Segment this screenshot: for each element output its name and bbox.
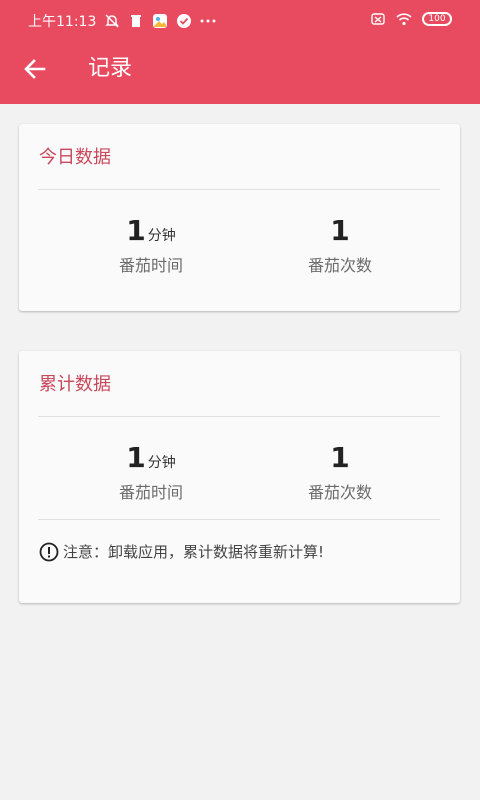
count-value: 1 bbox=[330, 214, 350, 247]
focus-time-value: 1 bbox=[126, 441, 146, 474]
status-right: 100 bbox=[370, 11, 452, 27]
focus-time-unit: 分钟 bbox=[147, 455, 176, 471]
no-sim-icon bbox=[371, 13, 385, 25]
today-card: 今日数据 1 分钟 番茄时间 1 番茄次数 bbox=[19, 124, 460, 311]
note-text: 注意：卸载应用，累计数据将重新计算! bbox=[63, 543, 325, 561]
focus-time-label: 番茄时间 bbox=[118, 256, 183, 275]
trash-icon bbox=[131, 15, 142, 27]
check-circle-icon bbox=[177, 14, 192, 28]
total-title: 累计数据 bbox=[39, 374, 111, 395]
total-card: 累计数据 1 分钟 番茄时间 1 番茄次数 注意：卸载应用，累计数据将重新计算! bbox=[19, 351, 460, 603]
divider bbox=[38, 519, 440, 520]
divider bbox=[38, 416, 440, 417]
divider bbox=[38, 189, 440, 190]
status-time: 上午11:13 bbox=[28, 14, 97, 30]
today-count: 1 番茄次数 bbox=[240, 216, 440, 276]
bell-off-icon bbox=[105, 14, 120, 28]
focus-time-unit: 分钟 bbox=[147, 228, 176, 244]
battery-icon: 100 bbox=[422, 12, 452, 26]
uninstall-note: 注意：卸载应用，累计数据将重新计算! bbox=[39, 541, 324, 562]
wifi-icon bbox=[396, 13, 412, 26]
focus-time-value: 1 bbox=[126, 214, 146, 247]
more-dots-icon bbox=[200, 19, 216, 23]
count-label: 番茄次数 bbox=[307, 483, 372, 502]
app-bar: 上午11:13 100 记录 bbox=[0, 0, 480, 104]
total-focus-time: 1 分钟 番茄时间 bbox=[51, 443, 251, 503]
total-count: 1 番茄次数 bbox=[240, 443, 440, 503]
count-value: 1 bbox=[330, 441, 350, 474]
alert-circle-icon bbox=[39, 542, 59, 561]
focus-time-label: 番茄时间 bbox=[118, 483, 183, 502]
back-arrow-icon[interactable] bbox=[22, 56, 48, 82]
count-label: 番茄次数 bbox=[307, 256, 372, 275]
page-title: 记录 bbox=[88, 56, 133, 81]
gallery-app-icon bbox=[153, 14, 168, 28]
status-left: 上午11:13 bbox=[28, 11, 216, 31]
today-title: 今日数据 bbox=[39, 147, 111, 168]
status-bar: 上午11:13 100 bbox=[0, 0, 480, 42]
today-focus-time: 1 分钟 番茄时间 bbox=[51, 216, 251, 276]
